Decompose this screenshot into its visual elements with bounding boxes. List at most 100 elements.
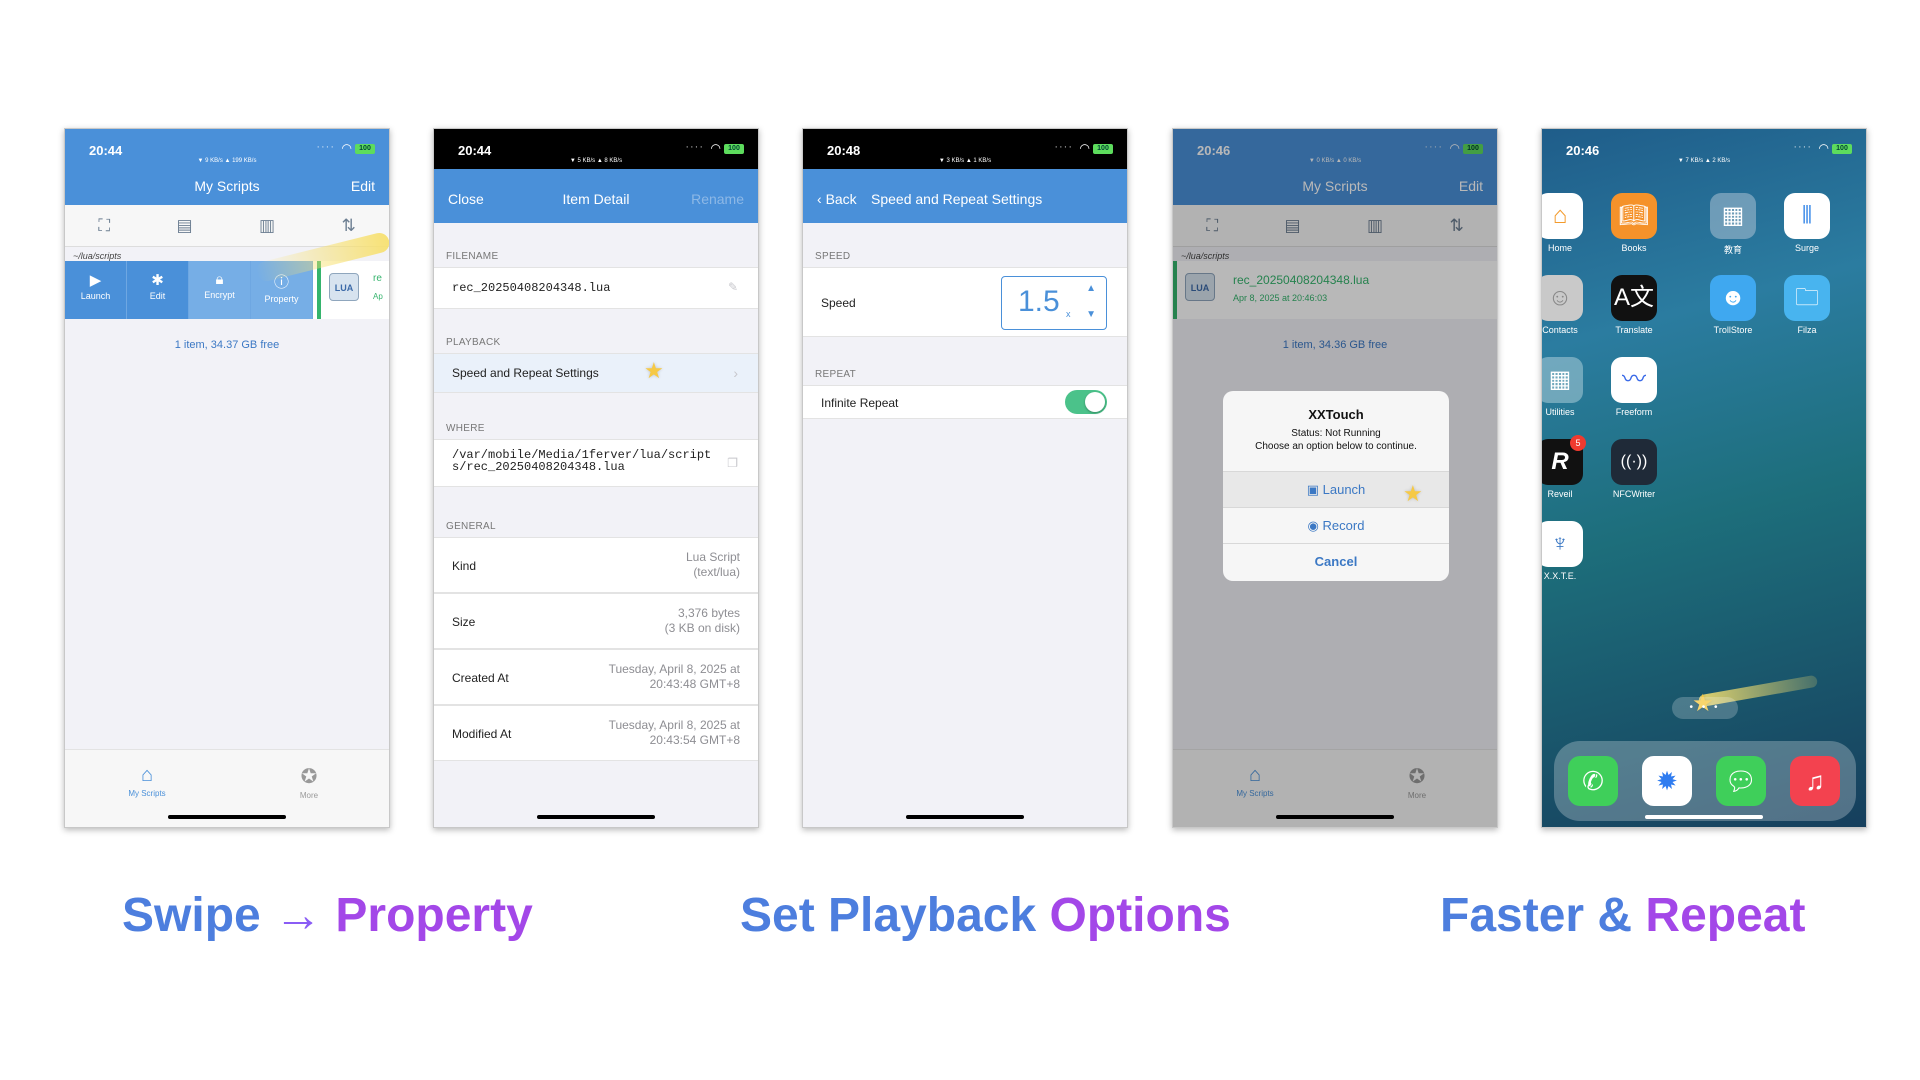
home-indicator <box>906 815 1024 819</box>
star-icon: ★ <box>644 358 664 383</box>
app-reveil[interactable]: R 5 Reveil <box>1542 435 1588 499</box>
status-time: 20:44 <box>89 143 123 158</box>
speed-repeat-settings-row[interactable]: Speed and Repeat Settings ★ › <box>434 353 758 393</box>
app-contacts[interactable]: ☺ Contacts <box>1542 275 1588 335</box>
record-button[interactable]: ◉ Record <box>1223 507 1449 543</box>
app-home[interactable]: ⌂ Home <box>1542 193 1588 253</box>
created-at-row: Created At Tuesday, April 8, 2025 at 20:… <box>434 649 758 705</box>
paste-icon[interactable]: ▥ <box>259 216 275 236</box>
app-folder-education[interactable]: ▦ 教育 <box>1705 193 1761 256</box>
decrement-icon[interactable]: ▼ <box>1086 309 1096 320</box>
signal-icon: ···· <box>1054 141 1073 153</box>
slide: 20:44 ▼ 9 KB/s ▲ 199 KB/s ···· ◠ 100 My … <box>0 0 1920 1080</box>
more-icon: ✪ <box>300 766 318 788</box>
phone-screen-launch-dialog: 20:46 ▼ 0 KB/s ▲ 0 KB/s ···· ◠ 100 My Sc… <box>1172 128 1498 828</box>
scan-icon[interactable]: ⛶ <box>98 216 110 236</box>
launch-button[interactable]: ▣ Launch ★ <box>1223 471 1449 507</box>
modified-at-value: Tuesday, April 8, 2025 at 20:43:54 GMT+8 <box>608 718 740 747</box>
modified-at-label: Modified At <box>452 727 512 741</box>
speed-unit: x <box>1066 309 1071 319</box>
copy-icon[interactable]: ❐ <box>727 456 738 470</box>
edit-button[interactable]: Edit <box>351 178 375 194</box>
infinite-repeat-toggle[interactable] <box>1065 390 1107 414</box>
file-name-partial: re <box>373 273 382 284</box>
caption-faster-repeat: Faster & Repeat <box>1440 889 1806 942</box>
sort-icon[interactable]: ⇅ <box>342 216 356 236</box>
app-freeform[interactable]: 〰 Freeform <box>1606 357 1662 417</box>
section-repeat: REPEAT <box>815 369 857 380</box>
home-icon: ⌂ <box>140 764 154 786</box>
encrypt-action-button[interactable]: 🔒︎ Encrypt <box>189 261 251 319</box>
contacts-icon: ☺ <box>1542 275 1583 321</box>
app-filza[interactable]: 🗀︎ Filza <box>1779 275 1835 335</box>
home-indicator <box>1276 815 1394 819</box>
safari-icon[interactable]: ✹ <box>1642 756 1692 806</box>
lock-icon: 🔒︎ <box>215 271 224 288</box>
action-alert: XXTouch Status: Not Running Choose an op… <box>1223 391 1449 581</box>
tab-more[interactable]: ✪ More <box>269 764 349 800</box>
status-time: 20:46 <box>1566 143 1600 158</box>
section-filename: FILENAME <box>446 251 499 262</box>
xxte-icon: ♆ <box>1542 521 1583 567</box>
cancel-button[interactable]: Cancel <box>1223 543 1449 579</box>
home-indicator <box>168 815 286 819</box>
status-bar: 20:46 ▼ 7 KB/s ▲ 2 KB/s ···· ◠ 100 <box>1542 129 1866 177</box>
surge-icon: ⫴ <box>1784 193 1830 239</box>
music-icon[interactable]: ♫ <box>1790 756 1840 806</box>
new-document-icon[interactable]: ▤ <box>177 216 193 236</box>
back-button[interactable]: ‹ Back <box>817 191 857 207</box>
launch-action-button[interactable]: ▶ Launch <box>65 261 127 319</box>
list-item[interactable]: ▶ Launch ✱ Edit 🔒︎ Encrypt ⓘ Property LU… <box>65 261 389 319</box>
app-surge[interactable]: ⫴ Surge <box>1779 193 1835 253</box>
app-xxte[interactable]: ♆ X.X.T.E. <box>1542 521 1588 581</box>
section-where: WHERE <box>446 423 485 434</box>
section-general: GENERAL <box>446 521 496 532</box>
status-bar: 20:44 ▼ 9 KB/s ▲ 199 KB/s ···· ◠ 100 <box>65 129 389 177</box>
phone-icon[interactable]: ✆ <box>1568 756 1618 806</box>
wifi-icon: ◠ <box>1818 141 1829 155</box>
app-books[interactable]: 📖︎ Books <box>1606 193 1662 253</box>
edit-icon[interactable]: ✎ <box>728 280 738 294</box>
app-folder-utilities[interactable]: ▦ Utilities <box>1542 357 1588 417</box>
messages-icon[interactable]: 💬︎ <box>1716 756 1766 806</box>
size-value: 3,376 bytes (3 KB on disk) <box>664 606 740 635</box>
where-cell[interactable]: /var/mobile/Media/1ferver/lua/scripts/re… <box>434 439 758 487</box>
breadcrumb: ~/lua/scripts <box>73 251 122 261</box>
where-value: /var/mobile/Media/1ferver/lua/scripts/re… <box>452 448 712 474</box>
increment-icon[interactable]: ▲ <box>1086 283 1096 294</box>
home-indicator <box>1645 815 1763 819</box>
app-trollstore[interactable]: ☻ TrollStore <box>1705 275 1761 335</box>
trollface-icon: ☻ <box>1710 275 1756 321</box>
lua-file-icon: LUA <box>329 273 359 301</box>
kind-value: Lua Script (text/lua) <box>685 550 740 579</box>
edit-action-button[interactable]: ✱ Edit <box>127 261 189 319</box>
selection-indicator <box>317 261 321 319</box>
network-speed: ▼ 9 KB/s ▲ 199 KB/s <box>197 158 257 164</box>
folder-icon: ▦ <box>1710 193 1756 239</box>
rename-button[interactable]: Rename <box>691 191 744 207</box>
speed-repeat-settings-label: Speed and Repeat Settings <box>452 366 599 380</box>
home-icon: ⌂ <box>1542 193 1583 239</box>
phone-screen-item-detail: 20:44 ▼ 5 KB/s ▲ 8 KB/s ···· ◠ 100 Close… <box>433 128 759 828</box>
section-playback: PLAYBACK <box>446 337 501 348</box>
network-speed: ▼ 3 KB/s ▲ 1 KB/s <box>938 158 992 164</box>
status-time: 20:44 <box>458 143 492 158</box>
page-title: Speed and Repeat Settings <box>871 191 1043 207</box>
app-nfcwriter[interactable]: ((·)) NFCWriter <box>1606 439 1662 499</box>
app-translate[interactable]: A文 Translate <box>1606 275 1662 335</box>
speed-stepper[interactable]: 1.5 x ▲ ▼ <box>1001 276 1107 330</box>
signal-icon: ···· <box>685 141 704 153</box>
tab-my-scripts[interactable]: ⌂ My Scripts <box>107 764 187 798</box>
filename-cell[interactable]: rec_20250408204348.lua ✎ <box>434 267 758 309</box>
speed-label: Speed <box>821 296 856 310</box>
infinite-repeat-row: Infinite Repeat <box>803 385 1127 419</box>
phone-screen-my-scripts-swipe: 20:44 ▼ 9 KB/s ▲ 199 KB/s ···· ◠ 100 My … <box>64 128 390 828</box>
nfc-icon: ((·)) <box>1611 439 1657 485</box>
size-label: Size <box>452 615 476 629</box>
created-at-label: Created At <box>452 671 509 685</box>
chevron-left-icon: ‹ <box>817 191 826 207</box>
page-indicator[interactable]: • • • <box>1672 697 1738 719</box>
home-indicator <box>537 815 655 819</box>
battery-icon: 100 <box>355 144 375 154</box>
battery-icon: 100 <box>724 144 744 154</box>
